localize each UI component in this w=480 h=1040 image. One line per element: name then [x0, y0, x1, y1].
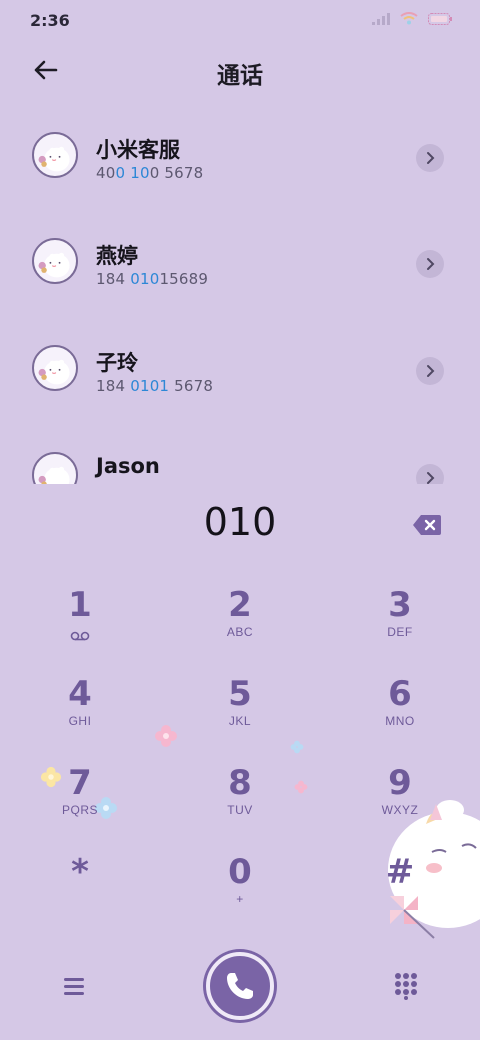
avatar — [32, 132, 78, 178]
contact-number: 184 01015689 — [96, 270, 209, 288]
bottom-bar — [0, 950, 480, 1030]
dial-input-display: 010 — [203, 500, 277, 544]
menu-button[interactable] — [60, 974, 88, 998]
contact-item[interactable]: 燕婷 184 01015689 — [0, 218, 480, 318]
status-icons — [372, 12, 452, 25]
battery-icon — [428, 12, 452, 25]
header: 通话 — [0, 40, 480, 100]
key-0[interactable]: 0 + — [180, 852, 300, 932]
backspace-button[interactable] — [412, 514, 442, 536]
contact-number: 400 100 5678 — [96, 164, 204, 182]
contact-name: 子玲 — [96, 351, 138, 375]
contact-detail-button[interactable] — [416, 144, 444, 172]
backspace-icon — [413, 515, 441, 535]
page-title: 通话 — [217, 63, 263, 89]
contact-number: 184 0101 5678 — [96, 377, 214, 395]
contact-item[interactable]: 子玲 184 0101 5678 — [0, 325, 480, 425]
key-2[interactable]: 2 ABC — [180, 585, 300, 665]
phone-icon — [227, 973, 253, 999]
contact-detail-button[interactable] — [416, 250, 444, 278]
key-star[interactable]: * — [20, 852, 140, 932]
wifi-icon — [400, 12, 418, 25]
key-hash[interactable]: # — [340, 852, 460, 932]
contact-detail-button[interactable] — [416, 464, 444, 484]
key-9[interactable]: 9 WXYZ — [340, 763, 460, 843]
contact-detail-button[interactable] — [416, 357, 444, 385]
key-3[interactable]: 3 DEF — [340, 585, 460, 665]
contact-name: Jason — [96, 454, 160, 478]
chevron-right-icon — [427, 365, 435, 377]
status-time: 2:36 — [30, 11, 70, 30]
key-5[interactable]: 5 JKL — [180, 674, 300, 754]
key-4[interactable]: 4 GHI — [20, 674, 140, 754]
keypad: 1 2 ABC 3 DEF 4 GHI 5 JKL 6 MNO 7 PQRS 8… — [0, 585, 480, 945]
key-6[interactable]: 6 MNO — [340, 674, 460, 754]
contact-item[interactable]: Jason — [0, 432, 480, 484]
call-button[interactable] — [206, 952, 274, 1020]
chevron-right-icon — [427, 472, 435, 484]
contact-name: 小米客服 — [96, 138, 180, 162]
chevron-right-icon — [427, 258, 435, 270]
signal-icon — [372, 12, 390, 25]
key-1[interactable]: 1 — [20, 585, 140, 665]
avatar — [32, 238, 78, 284]
voicemail-icon — [70, 631, 90, 641]
avatar — [32, 345, 78, 391]
chevron-right-icon — [427, 152, 435, 164]
menu-icon — [64, 978, 84, 995]
key-7[interactable]: 7 PQRS — [20, 763, 140, 843]
dialpad-icon — [395, 973, 417, 1000]
key-8[interactable]: 8 TUV — [180, 763, 300, 843]
avatar — [32, 452, 78, 484]
dialpad-button[interactable] — [394, 972, 418, 1000]
contact-item[interactable]: 小米客服 400 100 5678 — [0, 112, 480, 212]
contact-list: 小米客服 400 100 5678 燕婷 184 01015689 子玲 184… — [0, 112, 480, 484]
status-bar: 2:36 — [0, 0, 480, 40]
contact-name: 燕婷 — [96, 244, 138, 268]
